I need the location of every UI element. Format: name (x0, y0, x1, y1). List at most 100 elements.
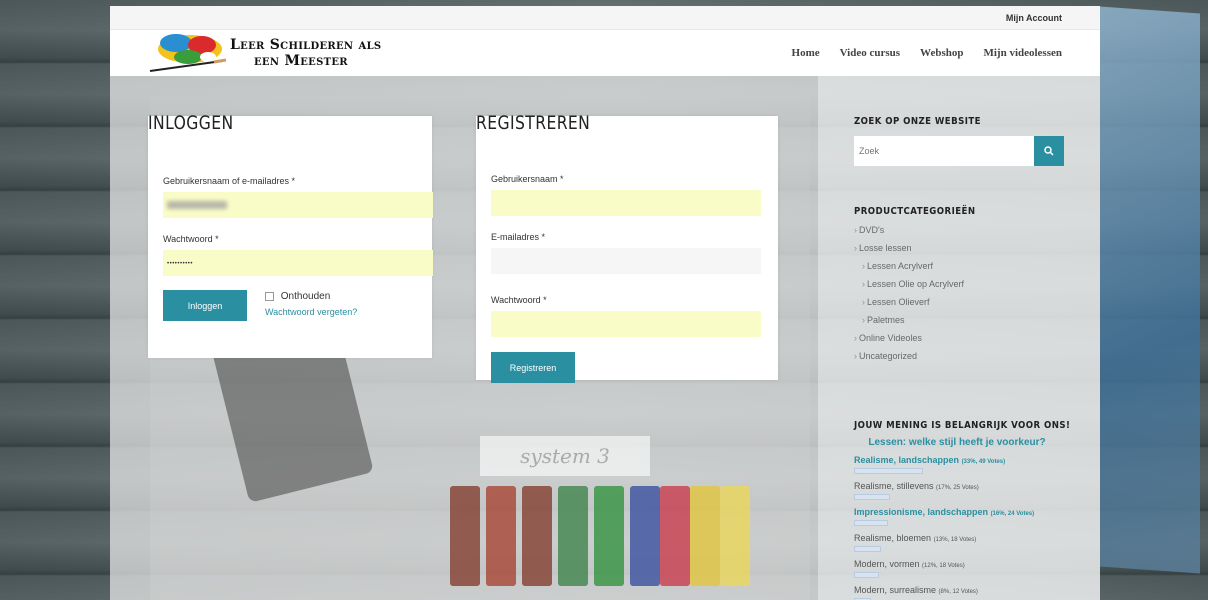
chevron-right-icon: › (854, 225, 857, 235)
poll-option: Modern, surrealisme (8%, 12 Votes) (854, 585, 1106, 600)
nav-webshop[interactable]: Webshop (920, 47, 963, 59)
poll-option-label: Realisme, stillevens (17%, 25 Votes) (854, 481, 1106, 491)
categories-widget: PRODUCTCATEGORIEËN › DVD's › Losse lessen › L… (854, 206, 995, 365)
main-content: system 3 INLOGGEN Gebruikersnaam of e-ma… (110, 76, 1100, 600)
register-title: REGISTREREN (476, 112, 591, 134)
poll-title: JOUW MENING IS BELANGRIJK VOOR ONS! (854, 420, 1071, 431)
category-item[interactable]: › Losse lessen (854, 239, 995, 257)
category-item[interactable]: › Lessen Olie op Acrylverf (854, 275, 995, 293)
category-item[interactable]: › Lessen Acrylverf (854, 257, 995, 275)
login-username-input[interactable] (163, 192, 433, 218)
poll-question: Lessen: welke stijl heeft je voorkeur? (868, 437, 1046, 448)
category-item[interactable]: › Lessen Olieverf (854, 293, 995, 311)
category-label: Online Videoles (859, 333, 922, 343)
poll-option-name: Modern, surrealisme (854, 585, 937, 595)
chevron-right-icon: › (862, 315, 865, 325)
top-bar: Mijn Account (110, 6, 1100, 30)
register-email-label: E-mailadres * (491, 232, 546, 242)
main-nav: Home Video cursus Webshop Mijn videoless… (792, 47, 1062, 59)
poll-option-name: Realisme, bloemen (854, 533, 932, 543)
logo-text: Leer Schilderen als een Meester (230, 37, 381, 69)
poll-option-label: Impressionisme, landschappen (16%, 24 Vo… (854, 507, 1106, 517)
poll-option-votes: (8%, 12 Votes) (938, 589, 978, 595)
poll-option-name: Realisme, stillevens (854, 481, 934, 491)
chevron-right-icon: › (854, 351, 857, 361)
category-label: Uncategorized (859, 351, 918, 361)
poll-option-votes: (12%, 18 Votes) (922, 563, 965, 569)
category-list: › DVD's › Losse lessen › Lessen Acrylverf › Les… (854, 221, 995, 365)
register-email-input[interactable] (491, 248, 761, 274)
category-item[interactable]: › DVD's (854, 221, 995, 239)
categories-title: PRODUCTCATEGORIEËN (854, 206, 976, 217)
poll-option: Impressionisme, landschappen (16%, 24 Vo… (854, 507, 1106, 526)
chevron-right-icon: › (862, 261, 865, 271)
paint-box-label: system 3 (480, 436, 650, 476)
search-widget: ZOEK OP ONZE WEBSITE (854, 116, 1064, 166)
category-label: Paletmes (867, 315, 905, 325)
category-item[interactable]: › Paletmes (854, 311, 995, 329)
login-card: INLOGGEN Gebruikersnaam of e-mailadres *… (148, 112, 433, 358)
poll-option: Modern, vormen (12%, 18 Votes) (854, 559, 1106, 578)
chevron-right-icon: › (854, 333, 857, 343)
poll-option-label: Realisme, landschappen (33%, 49 Votes) (854, 455, 1106, 465)
login-title: INLOGGEN (148, 112, 234, 134)
poll-option-votes: (16%, 24 Votes) (990, 511, 1035, 517)
search-input[interactable] (854, 136, 1034, 166)
poll-option: Realisme, landschappen (33%, 49 Votes) (854, 455, 1106, 474)
page-container: Mijn Account Leer Schilderen als een Mee… (110, 6, 1100, 600)
chevron-right-icon: › (862, 297, 865, 307)
search-icon (1044, 146, 1054, 156)
palette-icon (148, 31, 228, 75)
category-label: Lessen Olie op Acrylverf (867, 279, 965, 289)
site-header: Leer Schilderen als een Meester Home Vid… (110, 30, 1100, 76)
login-password-input[interactable]: •••••••••• (163, 250, 433, 276)
my-account-link[interactable]: Mijn Account (1006, 13, 1062, 23)
register-card: REGISTREREN Gebruikersnaam * E-mailadres… (476, 112, 778, 383)
site-logo[interactable]: Leer Schilderen als een Meester (148, 31, 381, 75)
poll-option-votes: (13%, 18 Votes) (933, 537, 977, 543)
category-item[interactable]: › Uncategorized (854, 347, 995, 365)
poll-option-name: Impressionisme, landschappen (854, 507, 989, 517)
register-password-label: Wachtwoord * (491, 295, 547, 305)
login-password-value: •••••••••• (167, 261, 194, 267)
username-value-blurred (167, 201, 227, 209)
category-label: Lessen Acrylverf (867, 261, 934, 271)
poll-option-bar (854, 468, 924, 474)
forgot-password-link[interactable]: Wachtwoord vergeten? (265, 307, 357, 317)
register-username-input[interactable] (491, 190, 761, 216)
logo-line-1: Leer Schilderen als (230, 37, 382, 53)
search-title: ZOEK OP ONZE WEBSITE (854, 116, 981, 127)
poll-option-name: Modern, vormen (854, 559, 920, 569)
logo-line-2: een Meester (254, 53, 348, 69)
login-button[interactable]: Inloggen (163, 290, 247, 321)
register-password-input[interactable] (491, 311, 761, 337)
poll-option-bar (854, 572, 880, 578)
category-label: Lessen Olieverf (867, 297, 930, 307)
poll-options: Realisme, landschappen (33%, 49 Votes) Re… (854, 455, 1106, 600)
poll-option-label: Modern, vormen (12%, 18 Votes) (854, 559, 1106, 569)
category-item[interactable]: › Online Videoles (854, 329, 995, 347)
sidebar: ZOEK OP ONZE WEBSITE PRODUCTCATEGORIEËN … (818, 76, 1100, 600)
category-label: DVD's (859, 225, 885, 235)
category-label: Losse lessen (859, 243, 912, 253)
nav-home[interactable]: Home (792, 47, 820, 59)
remember-checkbox[interactable] (265, 291, 274, 301)
chevron-right-icon: › (862, 279, 865, 289)
poll-option-votes: (33%, 49 Votes) (961, 459, 1006, 465)
poll-option-label: Realisme, bloemen (13%, 18 Votes) (854, 533, 1106, 543)
paint-tubes-image (430, 476, 750, 596)
poll-widget: JOUW MENING IS BELANGRIJK VOOR ONS! Less… (854, 420, 1106, 600)
poll-option-votes: (17%, 25 Votes) (936, 485, 979, 491)
nav-mijn-videolessen[interactable]: Mijn videolessen (983, 47, 1062, 59)
register-button[interactable]: Registreren (491, 352, 575, 383)
login-username-label: Gebruikersnaam of e-mailadres * (163, 176, 296, 186)
poll-option-label: Modern, surrealisme (8%, 12 Votes) (854, 585, 1106, 595)
nav-video-cursus[interactable]: Video cursus (840, 47, 900, 59)
search-button[interactable] (1034, 136, 1064, 166)
poll-option-bar (854, 494, 890, 500)
poll-option-bar (854, 546, 882, 552)
login-password-label: Wachtwoord * (163, 234, 219, 244)
chevron-right-icon: › (854, 243, 857, 253)
poll-option-name: Realisme, landschappen (854, 455, 960, 465)
poll-option: Realisme, bloemen (13%, 18 Votes) (854, 533, 1106, 552)
